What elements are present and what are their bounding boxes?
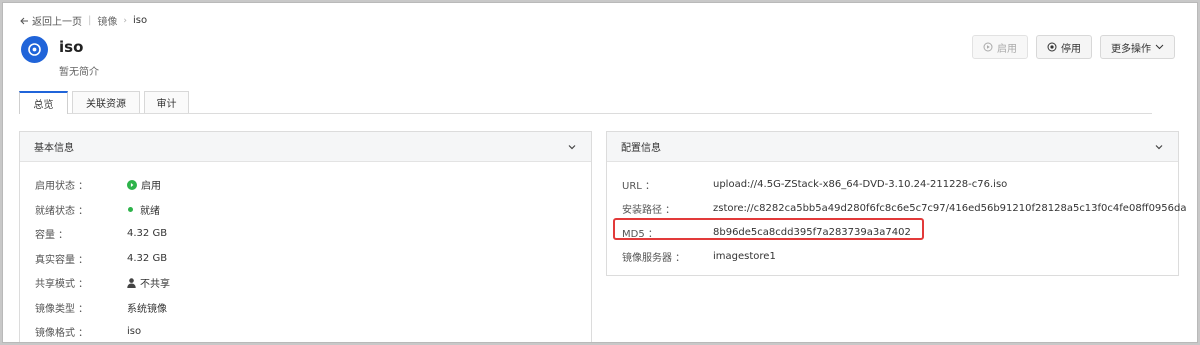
enable-status-value: 启用 [141, 181, 161, 192]
info-row-actual-capacity: 真实容量 ： 4.32 GB [35, 251, 167, 266]
config-row-url: URL ： upload://4.5G-ZStack-x86_64-DVD-3.… [622, 177, 1007, 192]
config-label: URL ： [622, 181, 656, 192]
image-server-link[interactable]: imagestore1 [713, 251, 776, 262]
play-circle-icon [983, 42, 993, 52]
back-link[interactable]: 返回上一页 [20, 13, 82, 28]
info-value: 不共享 [127, 275, 170, 290]
config-row-install-path: 安装路径 ： zstore://c8282ca5bb5a49d280f6fc8c… [622, 201, 1187, 216]
config-info-title: 配置信息 [621, 143, 661, 154]
image-type-value: 系统镜像 [127, 304, 167, 315]
back-label: 返回上一页 [32, 17, 82, 28]
image-format-value: iso [127, 326, 142, 337]
user-icon [127, 277, 136, 288]
config-label: 安装路径 ： [622, 205, 676, 216]
chevron-down-icon[interactable] [1154, 142, 1164, 152]
info-label: 容量 ： [35, 230, 69, 241]
tab-audit[interactable]: 审计 [144, 91, 189, 113]
disc-icon [21, 36, 48, 63]
tab-related-resources-label: 关联资源 [86, 99, 126, 110]
ready-status-value: 就绪 [140, 206, 160, 217]
status-dot-icon [128, 207, 133, 212]
tab-related-resources[interactable]: 关联资源 [72, 91, 140, 113]
breadcrumb: 返回上一页 | 镜像 › iso [20, 13, 147, 28]
config-info-header[interactable]: 配置信息 [607, 132, 1178, 162]
enable-button[interactable]: 启用 [972, 35, 1028, 59]
action-bar: 启用 停用 更多操作 [972, 35, 1175, 59]
info-label: 启用状态 ： [35, 181, 89, 192]
info-label: 镜像格式 ： [35, 328, 89, 339]
basic-info-title: 基本信息 [34, 143, 74, 154]
image-detail-page: 返回上一页 | 镜像 › iso iso 暂无简介 启用 停用 更多操作 总览 … [2, 2, 1198, 343]
more-actions-label: 更多操作 [1111, 43, 1151, 55]
tab-overview[interactable]: 总览 [19, 91, 68, 114]
info-value: 就绪 [127, 202, 160, 217]
config-label: 镜像服务器 ： [622, 253, 686, 264]
disable-label: 停用 [1061, 43, 1081, 55]
enable-label: 启用 [997, 43, 1017, 55]
md5-highlight-box [613, 218, 924, 240]
url-value: upload://4.5G-ZStack-x86_64-DVD-3.10.24-… [713, 179, 1008, 190]
breadcrumb-divider: | [88, 15, 92, 26]
config-row-image-server: 镜像服务器 ： imagestore1 [622, 249, 776, 264]
disable-button[interactable]: 停用 [1036, 35, 1092, 59]
tab-bar: 总览 关联资源 审计 [19, 91, 1152, 114]
chevron-right-icon: › [123, 15, 127, 26]
basic-info-panel: 基本信息 启用状态 ： 启用 就绪状态 ： 就绪 容量 ： 4.32 GB 真实… [19, 131, 592, 342]
basic-info-header[interactable]: 基本信息 [20, 132, 591, 162]
info-row-ready-status: 就绪状态 ： 就绪 [35, 202, 160, 217]
info-value: 启用 [127, 177, 161, 192]
info-row-image-format: 镜像格式 ： iso [35, 324, 141, 339]
page-description: 暂无简介 [59, 67, 99, 78]
chevron-down-icon [1155, 44, 1164, 50]
capacity-value: 4.32 GB [127, 228, 168, 239]
check-circle-icon [127, 179, 137, 190]
info-row-image-type: 镜像类型 ： 系统镜像 [35, 300, 167, 315]
page-title: iso [59, 38, 84, 56]
info-label: 真实容量 ： [35, 255, 89, 266]
tab-overview-label: 总览 [33, 100, 54, 111]
actual-capacity-value: 4.32 GB [127, 253, 168, 264]
share-mode-value: 不共享 [140, 279, 170, 290]
stop-circle-icon [1047, 42, 1057, 52]
info-row-capacity: 容量 ： 4.32 GB [35, 226, 167, 241]
info-label: 共享模式 ： [35, 279, 89, 290]
info-row-enable-status: 启用状态 ： 启用 [35, 177, 161, 192]
info-row-share-mode: 共享模式 ： 不共享 [35, 275, 170, 290]
config-info-panel: 配置信息 URL ： upload://4.5G-ZStack-x86_64-D… [606, 131, 1187, 276]
breadcrumb-current: iso [132, 15, 148, 26]
install-path-value: zstore://c8282ca5bb5a49d280f6fc8c6e5c7c9… [713, 203, 1187, 214]
info-label: 镜像类型 ： [35, 304, 89, 315]
tab-audit-label: 审计 [156, 99, 177, 110]
breadcrumb-parent[interactable]: 镜像 [97, 13, 117, 28]
arrow-left-icon [20, 17, 28, 24]
chevron-down-icon[interactable] [567, 142, 577, 152]
info-label: 就绪状态 ： [35, 206, 89, 217]
more-actions-button[interactable]: 更多操作 [1100, 35, 1175, 59]
